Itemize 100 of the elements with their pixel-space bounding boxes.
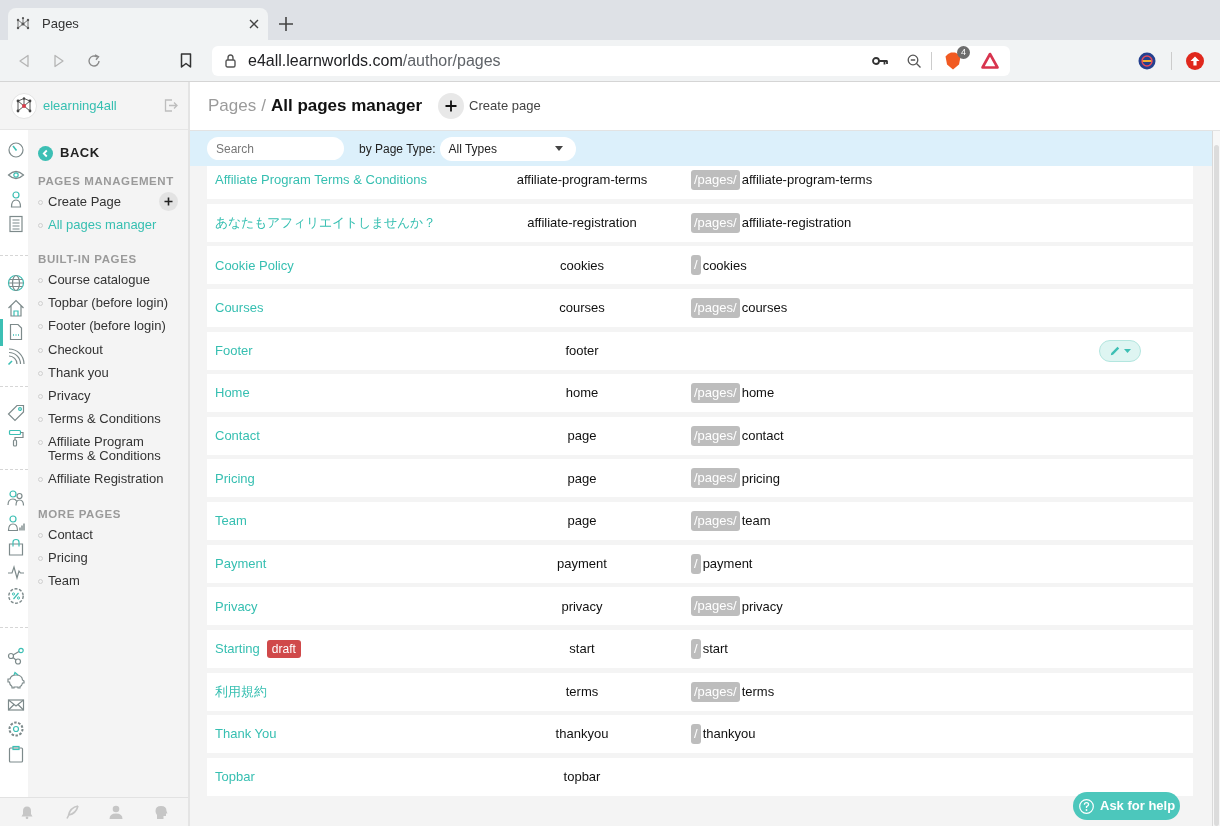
url-prefix: /pages/	[691, 425, 740, 446]
table-cell-text: start	[568, 640, 596, 659]
table-cell-text: terms	[564, 682, 600, 701]
table-cell-text: page	[566, 427, 598, 445]
share-icon[interactable]	[6, 646, 25, 665]
address-text: e4all.learnworlds.com/author/pages	[248, 50, 501, 71]
section-heading: BUILT-IN PAGES	[38, 252, 137, 267]
clipboard-icon[interactable]	[6, 744, 25, 763]
forward-icon[interactable]	[52, 53, 66, 68]
url-path: contact	[741, 427, 784, 445]
url-prefix: /	[691, 638, 701, 659]
page-type-select[interactable]: All Types	[439, 136, 576, 161]
reload-icon[interactable]	[87, 53, 101, 68]
url-prefix: /pages/	[691, 596, 740, 617]
house-icon[interactable]	[6, 298, 25, 317]
caret-icon	[1123, 348, 1131, 353]
url-path: payment	[702, 554, 753, 573]
table-cell-text: cookies	[558, 256, 606, 275]
shield-icon[interactable]	[945, 51, 961, 70]
table-cell-text: courses	[558, 299, 606, 318]
people-icon[interactable]	[6, 489, 25, 508]
create-page-button[interactable]: Create page	[438, 93, 541, 119]
url-path: courses	[741, 299, 788, 318]
nav-link[interactable]: Course catalogue	[48, 272, 150, 287]
url-path: thankyou	[702, 725, 756, 744]
pencil-icon	[1109, 345, 1120, 356]
bookmark-icon[interactable]	[180, 53, 192, 68]
table-cell-text: home	[564, 384, 600, 403]
edit-button[interactable]	[1099, 339, 1141, 362]
section-heading: PAGES MANAGEMENT	[38, 174, 174, 188]
add-button[interactable]	[159, 192, 178, 211]
filter-label: by Page Type:	[359, 140, 436, 158]
circle-logo-icon[interactable]	[1138, 51, 1156, 70]
nav-link[interactable]: Privacy	[48, 388, 91, 403]
nav-link[interactable]: Team	[48, 574, 80, 589]
document-icon[interactable]	[6, 214, 25, 233]
url-prefix: /pages/	[691, 681, 740, 702]
scrollbar-thumb[interactable]	[1214, 145, 1219, 826]
zoom-out-icon[interactable]	[907, 53, 921, 68]
scrollbar[interactable]	[1212, 131, 1220, 826]
url-prefix: /	[691, 255, 701, 276]
nav-link[interactable]: Affiliate Program Terms & Conditions	[48, 435, 178, 464]
url-path: team	[741, 512, 771, 531]
url-path: affiliate-program-terms	[741, 171, 873, 190]
percent-gear-icon[interactable]	[6, 587, 25, 606]
url-path: affiliate-registration	[741, 213, 852, 232]
url-path: pricing	[741, 469, 780, 488]
search-field[interactable]: Search	[207, 137, 344, 160]
nav-link[interactable]: Terms & Conditions	[48, 412, 161, 427]
caret-icon	[554, 146, 563, 151]
nav-link[interactable]: Footer (before login)	[48, 319, 166, 334]
settings-icon[interactable]	[6, 720, 25, 739]
table-cell-text: privacy	[560, 597, 604, 616]
key-icon[interactable]	[872, 55, 888, 66]
shopping-bag-icon[interactable]	[6, 538, 25, 557]
table-cell-text: page	[566, 469, 598, 488]
table-cell-text: topbar	[562, 768, 602, 786]
url-prefix: /pages/	[691, 212, 740, 233]
gauge-icon[interactable]	[6, 141, 25, 160]
tag-icon[interactable]	[6, 404, 25, 423]
url-path: cookies	[702, 256, 747, 275]
signal-icon[interactable]	[6, 347, 25, 366]
nav-link[interactable]: Create Page	[48, 194, 121, 209]
back-chevron-icon	[38, 145, 53, 161]
nav-link[interactable]: Contact	[48, 527, 93, 542]
nav-link[interactable]: Affiliate Registration	[48, 472, 164, 487]
new-tab-icon[interactable]	[279, 17, 293, 31]
url-prefix: /	[691, 553, 701, 574]
globe-icon[interactable]	[6, 274, 25, 293]
brand-name: elearning4all	[43, 96, 117, 115]
lock-icon	[225, 53, 236, 68]
table-cell-text: payment	[556, 554, 608, 573]
nav-link[interactable]: Checkout	[48, 342, 103, 357]
url-path: start	[702, 640, 728, 659]
nav-link[interactable]: Topbar (before login)	[48, 296, 168, 311]
back-icon[interactable]	[17, 53, 31, 68]
url-prefix: /pages/	[691, 297, 740, 318]
table-cell-text: affiliate-registration	[526, 213, 638, 232]
nav-link[interactable]: Thank you	[48, 365, 109, 380]
plus-icon	[438, 93, 465, 119]
nav-link[interactable]: Pricing	[48, 550, 88, 565]
paint-roller-icon[interactable]	[6, 428, 25, 447]
person-chart-icon[interactable]	[6, 513, 25, 532]
back-button[interactable]: BACK	[38, 145, 100, 161]
table-cell-text: affiliate-program-terms	[515, 171, 649, 190]
piggy-bank-icon[interactable]	[6, 671, 25, 690]
plus-icon	[164, 197, 173, 206]
breadcrumb-separator: /	[261, 95, 266, 118]
address-bar[interactable]: e4all.learnworlds.com/author/pages 4	[212, 45, 1010, 76]
url-prefix: /pages/	[691, 511, 740, 531]
browser-tab[interactable]: Pages	[8, 8, 268, 40]
url-prefix: /pages/	[691, 468, 740, 489]
url-prefix: /pages/	[691, 383, 740, 404]
network-icon	[16, 17, 30, 31]
table-cell-text: thankyou	[554, 725, 610, 744]
url-prefix: /pages/	[691, 170, 740, 190]
close-icon[interactable]	[249, 19, 259, 29]
extension-count: 4	[957, 45, 970, 59]
triangle-icon[interactable]	[981, 52, 999, 69]
url-prefix: /	[691, 724, 701, 745]
